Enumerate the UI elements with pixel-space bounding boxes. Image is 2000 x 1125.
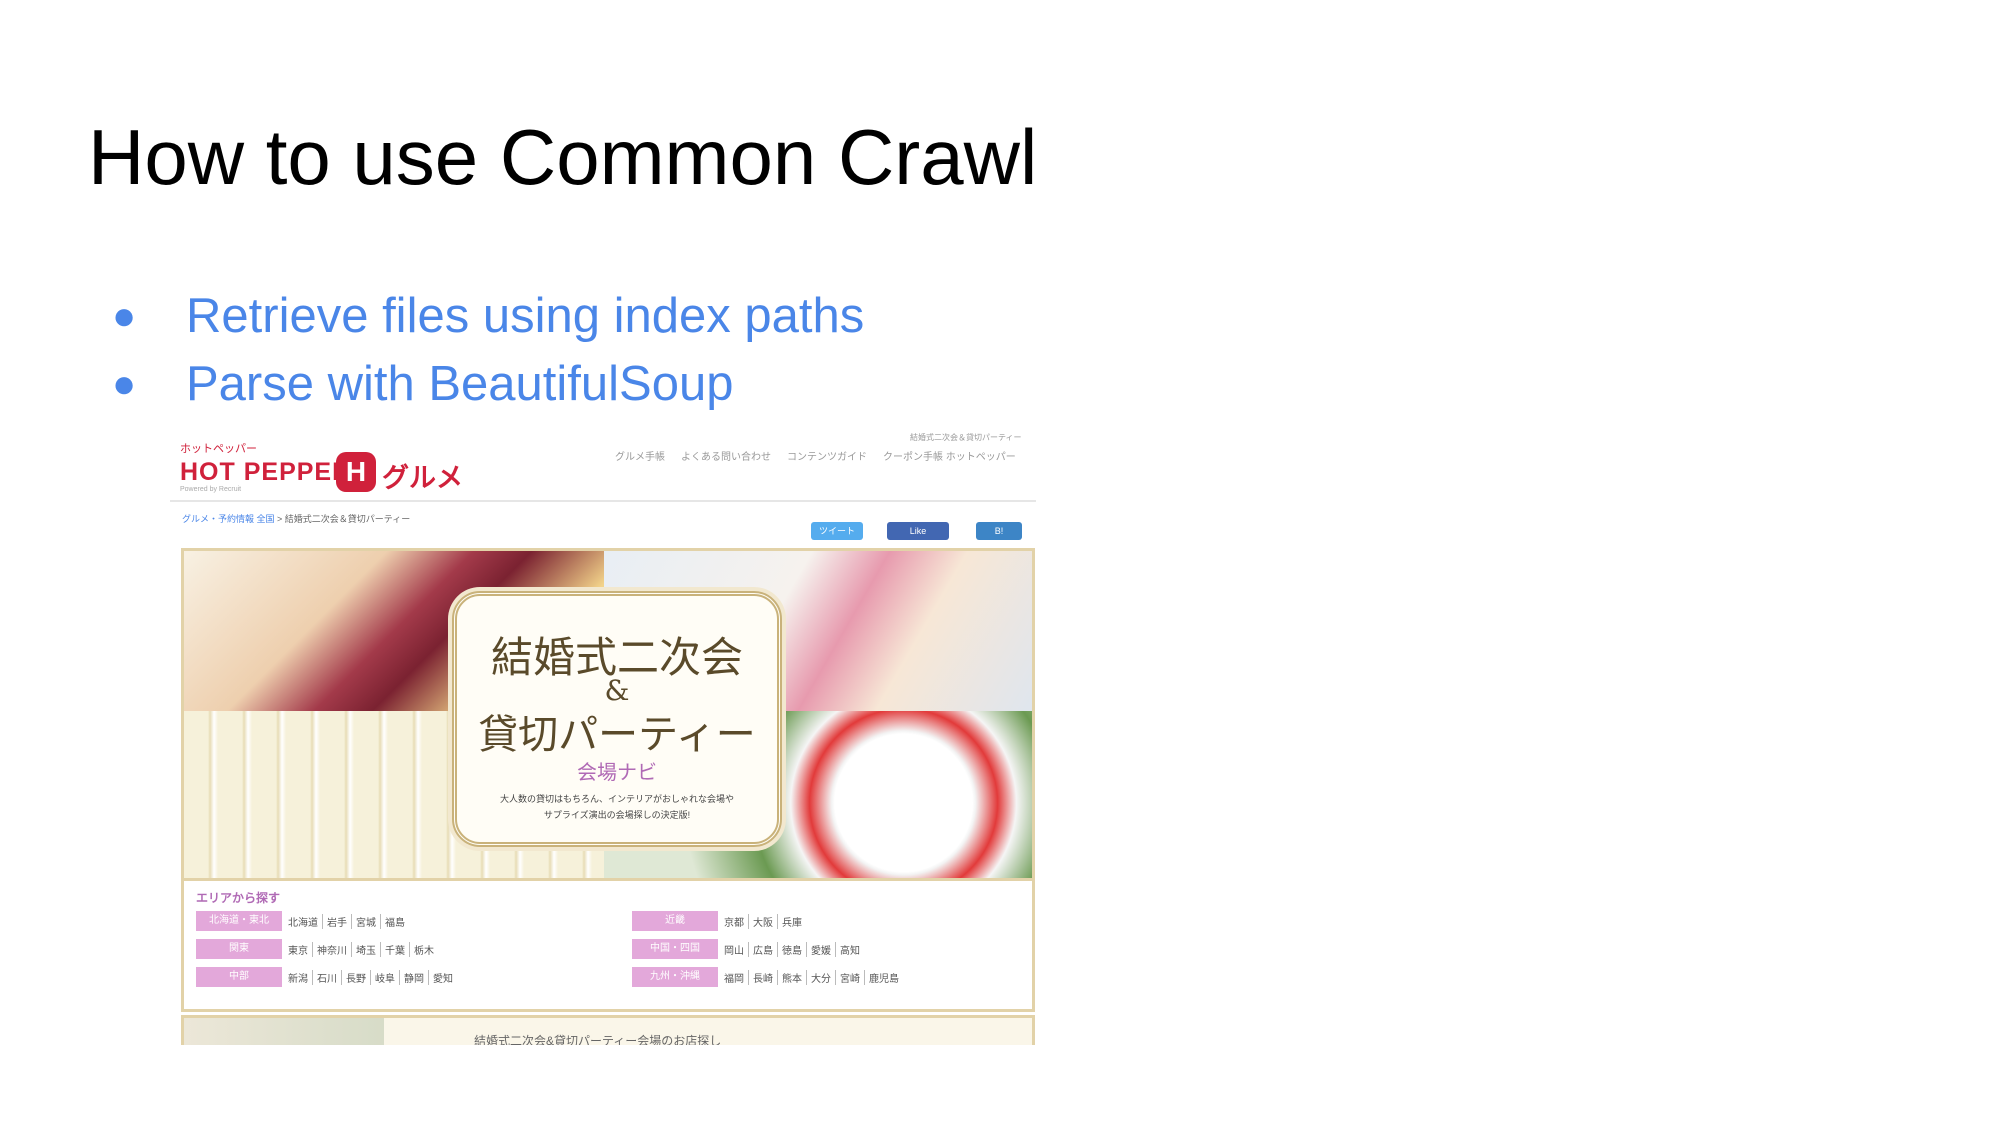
region-row: 北海道・東北 北海道 岩手 宮城 福島 [196,911,409,931]
slide: How to use Common Crawl ● Retrieve files … [0,0,2000,1125]
prefecture-link[interactable]: 石川 [312,969,341,985]
region-tag[interactable]: 近畿 [632,911,718,931]
prefecture-link[interactable]: 大分 [806,969,835,985]
hero-description: 大人数の貸切はもちろん、インテリアがおしゃれな会場や [499,794,734,804]
hero-title-frame: 結婚式二次会 & 貸切パーティー 会場ナビ 大人数の貸切はもちろん、インテリアが… [452,591,782,847]
prefecture-link[interactable]: 静岡 [399,969,428,985]
bullet-dot-icon: ● [112,293,137,338]
logo-hot-pepper[interactable]: HOT PEPPER [180,458,351,487]
prefecture-link[interactable]: 広島 [748,941,777,957]
prefecture-link[interactable]: 愛媛 [806,941,835,957]
like-button[interactable]: Like [887,522,949,540]
area-search-title: エリアから探す [196,891,281,905]
region-tag[interactable]: 北海道・東北 [196,911,282,931]
prefecture-links: 京都 大阪 兵庫 [724,913,806,929]
prefecture-link[interactable]: 高知 [835,941,864,957]
hero-banner: 結婚式二次会 & 貸切パーティー 会場ナビ 大人数の貸切はもちろん、インテリアが… [181,548,1035,881]
prefecture-link[interactable]: 愛知 [428,969,457,985]
region-row: 九州・沖縄 福岡 長崎 熊本 大分 宮崎 鹿児島 [632,967,903,987]
nav-link[interactable]: よくある問い合わせ [681,448,771,463]
prefecture-link[interactable]: 北海道 [288,914,322,929]
bullet-dot-icon: ● [112,361,137,406]
prefecture-links: 福岡 長崎 熊本 大分 宮崎 鹿児島 [724,969,903,985]
site-nav: グルメ手帳 よくある問い合わせ コンテンツガイド クーポン手帳 ホットペッパー [615,448,1016,463]
breadcrumb-current: 結婚式二次会＆貸切パーティー [284,514,411,524]
logo-subtext: Powered by Recruit [180,486,242,493]
prefecture-link[interactable]: 栃木 [409,941,438,957]
prefecture-link[interactable]: 鹿児島 [864,969,903,985]
region-row: 近畿 京都 大阪 兵庫 [632,911,806,931]
hero-title-2: 貸切パーティー [478,712,756,758]
website-screenshot: ホットペッパー HOT PEPPER H グルメ Powered by Recr… [170,430,1036,1045]
prefecture-link[interactable]: 長野 [341,969,370,985]
prefecture-link[interactable]: 宮崎 [835,969,864,985]
slide-title: How to use Common Crawl [88,113,1038,201]
prefecture-link[interactable]: 宮城 [351,913,380,929]
prefecture-link[interactable]: 長崎 [748,969,777,985]
prefecture-link[interactable]: 新潟 [288,970,312,985]
hero-subtitle: 会場ナビ [577,762,657,784]
prefecture-link[interactable]: 福島 [380,913,409,929]
bullet-text: Retrieve files using index paths [186,289,865,343]
tweet-button[interactable]: ツイート [811,522,863,540]
prefecture-link[interactable]: 兵庫 [777,913,806,929]
region-tag[interactable]: 中部 [196,967,282,987]
region-tag[interactable]: 中国・四国 [632,939,718,959]
region-tag[interactable]: 九州・沖縄 [632,967,718,987]
region-row: 関東 東京 神奈川 埼玉 千葉 栃木 [196,939,438,959]
prefecture-links: 岡山 広島 徳島 愛媛 高知 [724,941,864,957]
bouquet-photo [184,1018,384,1045]
breadcrumb: グルメ・予約情報 全国 > 結婚式二次会＆貸切パーティー [182,514,411,524]
prefecture-link[interactable]: 福岡 [724,970,748,985]
bullet-item: ● Retrieve files using index paths [112,282,864,350]
logo-h-icon: H [336,452,376,492]
prefecture-link[interactable]: 熊本 [777,969,806,985]
bullet-list: ● Retrieve files using index paths ● Parse… [112,282,864,418]
hero-description: サプライズ演出の会場探しの決定版! [543,810,691,820]
bullet-text: Parse with BeautifulSoup [186,357,734,411]
nav-link[interactable]: クーポン手帳 ホットペッパー [883,448,1016,463]
prefecture-links: 北海道 岩手 宮城 福島 [288,913,409,929]
bullet-item: ● Parse with BeautifulSoup [112,350,864,418]
prefecture-link[interactable]: 千葉 [380,941,409,957]
region-row: 中国・四国 岡山 広島 徳島 愛媛 高知 [632,939,864,959]
shop-search-title: 結婚式二次会&貸切パーティー会場のお店探し [474,1034,722,1045]
prefecture-links: 新潟 石川 長野 岐阜 静岡 愛知 [288,969,457,985]
shop-search-section: 結婚式二次会&貸切パーティー会場のお店探し [181,1015,1035,1045]
area-search: エリアから探す 北海道・東北 北海道 岩手 宮城 福島 関東 東京 神奈川 埼玉 千葉 栃木 中部 新潟… [181,878,1035,1012]
breadcrumb-link[interactable]: グルメ・予約情報 全国 [182,514,275,524]
prefecture-link[interactable]: 京都 [724,914,748,929]
bookmark-button[interactable]: B! [976,522,1022,540]
region-row: 中部 新潟 石川 長野 岐阜 静岡 愛知 [196,967,457,987]
prefecture-link[interactable]: 大阪 [748,913,777,929]
region-tag[interactable]: 関東 [196,939,282,959]
prefecture-link[interactable]: 東京 [288,942,312,957]
nav-link[interactable]: コンテンツガイド [787,448,867,463]
prefecture-links: 東京 神奈川 埼玉 千葉 栃木 [288,941,438,957]
logo-kana: ホットペッパー [180,443,257,455]
prefecture-link[interactable]: 神奈川 [312,941,351,957]
prefecture-link[interactable]: 岩手 [322,913,351,929]
site-header: ホットペッパー HOT PEPPER H グルメ Powered by Recr… [170,430,1036,502]
prefecture-link[interactable]: 岡山 [724,942,748,957]
nav-link[interactable]: グルメ手帳 [615,448,665,463]
prefecture-link[interactable]: 徳島 [777,941,806,957]
top-note: 結婚式二次会＆貸切パーティー [910,433,1022,442]
logo-gourmet: グルメ [382,463,463,493]
prefecture-link[interactable]: 埼玉 [351,941,380,957]
prefecture-link[interactable]: 岐阜 [370,969,399,985]
